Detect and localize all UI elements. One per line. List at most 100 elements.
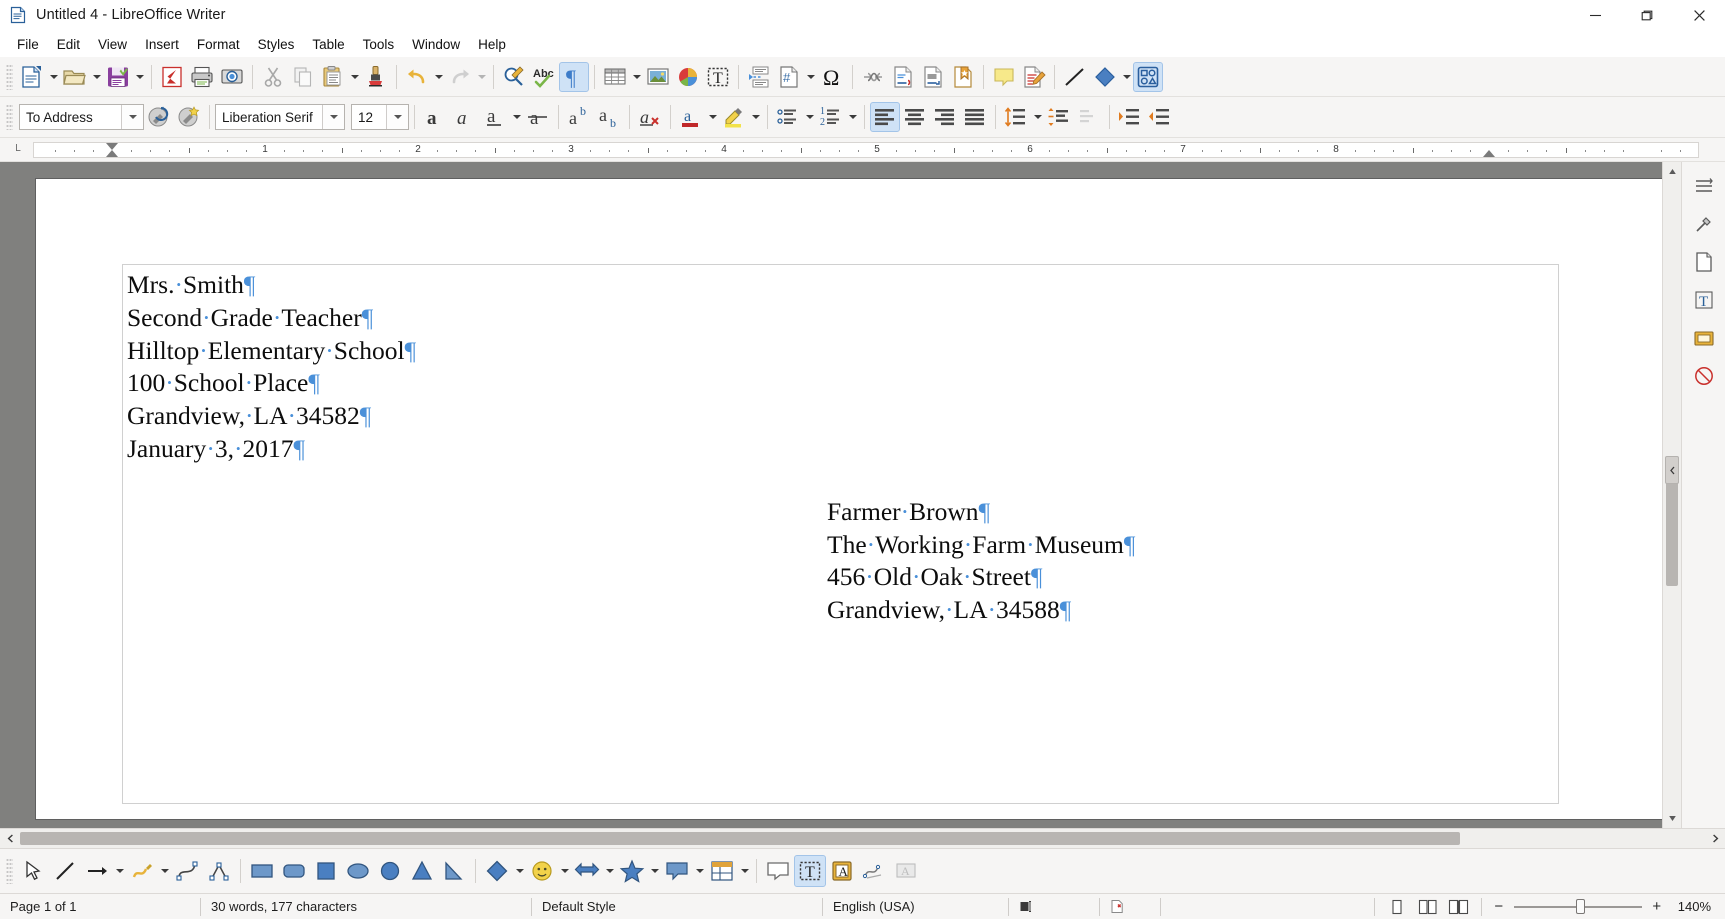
basic-shapes-dropdown[interactable] [1120, 62, 1133, 92]
left-indent-marker[interactable] [106, 150, 118, 157]
subscript-button[interactable]: ab [594, 102, 624, 132]
insert-comment-icon[interactable] [989, 62, 1019, 92]
menu-view[interactable]: View [89, 34, 136, 55]
select-tool[interactable] [17, 855, 49, 887]
status-word-count[interactable]: 30 words, 177 characters [201, 894, 531, 919]
document-line[interactable]: Grandview,·LA·34582¶ [127, 400, 1558, 433]
highlighting-color-button[interactable] [719, 102, 749, 132]
update-style-icon[interactable] [144, 102, 174, 132]
menu-styles[interactable]: Styles [249, 34, 304, 55]
insert-chart-icon[interactable] [673, 62, 703, 92]
freeform-line-dropdown[interactable] [158, 856, 171, 886]
italic-button[interactable]: a [450, 102, 480, 132]
toolbar-grip[interactable] [6, 858, 13, 884]
redo-dropdown[interactable] [475, 62, 488, 92]
triangle-tool[interactable] [406, 855, 438, 887]
insert-text-box-tool[interactable]: T [794, 855, 826, 887]
underline-button[interactable]: a [480, 102, 510, 132]
recipient-address-block[interactable]: Farmer·Brown¶ The·Working·Farm·Museum¶ 456… [123, 492, 1558, 627]
superscript-button[interactable]: ab [564, 102, 594, 132]
cut-icon[interactable] [258, 62, 288, 92]
print-icon[interactable] [187, 62, 217, 92]
paragraph-style-dropdown[interactable] [121, 105, 143, 129]
insert-endnote-icon[interactable] [918, 62, 948, 92]
callouts-tool[interactable] [762, 855, 794, 887]
line-spacing-dropdown[interactable] [1031, 102, 1044, 132]
status-page[interactable]: Page 1 of 1 [0, 894, 200, 919]
font-name-combo[interactable]: Liberation Serif [215, 104, 345, 130]
underline-dropdown[interactable] [510, 102, 523, 132]
properties-icon[interactable] [1686, 206, 1722, 242]
font-size-dropdown[interactable] [386, 105, 408, 129]
show-draw-functions-icon[interactable] [1133, 61, 1163, 92]
toggle-extrusion-tool[interactable] [858, 855, 890, 887]
no-list-button[interactable] [1074, 102, 1104, 132]
font-color-dropdown[interactable] [706, 102, 719, 132]
insert-line-icon[interactable] [1060, 62, 1090, 92]
find-replace-icon[interactable] [499, 62, 529, 92]
highlighting-color-dropdown[interactable] [749, 102, 762, 132]
document-line[interactable]: 456·Old·Oak·Street¶ [827, 561, 1558, 594]
page-icon[interactable] [1686, 244, 1722, 280]
callout-shapes-dropdown[interactable] [693, 856, 706, 886]
vertical-scrollbar[interactable] [1662, 162, 1681, 828]
insert-field-icon[interactable]: # [774, 62, 804, 92]
insert-hyperlink-icon[interactable] [858, 62, 888, 92]
freeform-line-tool[interactable] [126, 855, 158, 887]
line-tool[interactable] [49, 855, 81, 887]
decrease-indent-button[interactable] [1145, 102, 1175, 132]
document-line[interactable]: Hilltop·Elementary·School¶ [127, 335, 1558, 368]
align-left-button[interactable] [870, 102, 900, 132]
document-line[interactable]: Farmer·Brown¶ [827, 496, 1558, 529]
toolbar-grip[interactable] [6, 63, 13, 90]
new-doc-dropdown[interactable] [47, 62, 60, 92]
square-tool[interactable] [310, 855, 342, 887]
paste-icon[interactable] [318, 62, 348, 92]
open-file-dropdown[interactable] [90, 62, 103, 92]
flowchart-shapes-dropdown[interactable] [738, 856, 751, 886]
redo-icon[interactable] [445, 62, 475, 92]
insert-text-box-icon[interactable]: T [703, 62, 733, 92]
text-frame[interactable]: Mrs.·Smith¶ Second·Grade·Teacher¶ Hilltop·… [122, 264, 1559, 804]
paste-dropdown[interactable] [348, 62, 361, 92]
font-name-dropdown[interactable] [322, 105, 344, 129]
horizontal-scroll-track[interactable] [20, 829, 1705, 848]
vertical-scroll-track[interactable] [1663, 181, 1681, 809]
status-language[interactable]: English (USA) [823, 894, 1008, 919]
scroll-left-button[interactable] [0, 829, 20, 848]
horizontal-scrollbar[interactable] [0, 828, 1725, 848]
document-canvas[interactable]: Mrs.·Smith¶ Second·Grade·Teacher¶ Hilltop·… [0, 162, 1681, 828]
undo-dropdown[interactable] [432, 62, 445, 92]
callout-shapes-tool[interactable] [661, 855, 693, 887]
open-file-icon[interactable] [60, 62, 90, 92]
vertical-text-tool[interactable]: A [826, 855, 858, 887]
zoom-out-button[interactable]: − [1492, 898, 1506, 915]
insert-table-icon[interactable] [600, 62, 630, 92]
document-line[interactable]: Grandview,·LA·34588¶ [827, 594, 1558, 627]
document-line[interactable]: 100·School·Place¶ [127, 367, 1558, 400]
ordered-list-button[interactable]: 1 2 [816, 102, 846, 132]
horizontal-scroll-thumb[interactable] [20, 832, 1460, 845]
block-arrows-dropdown[interactable] [603, 856, 616, 886]
new-doc-icon[interactable] [17, 62, 47, 92]
spelling-icon[interactable]: Abc [529, 62, 559, 92]
close-button[interactable] [1673, 0, 1725, 31]
rectangle-tool[interactable] [246, 855, 278, 887]
formatting-marks-icon[interactable]: ¶ [559, 61, 589, 92]
first-line-indent-marker[interactable] [106, 143, 118, 150]
stars-tool[interactable] [616, 855, 648, 887]
circle-tool[interactable] [374, 855, 406, 887]
curve-tool[interactable] [171, 855, 203, 887]
basic-shapes-tool[interactable] [481, 855, 513, 887]
special-character-icon[interactable]: Ω [817, 62, 847, 92]
menu-edit[interactable]: Edit [48, 34, 89, 55]
status-selection-mode[interactable] [1009, 894, 1099, 919]
font-color-button[interactable]: a [676, 102, 706, 132]
line-ends-arrow-tool[interactable] [81, 855, 113, 887]
zoom-level[interactable]: 140% [1668, 894, 1725, 919]
save-icon[interactable] [103, 62, 133, 92]
block-arrows-tool[interactable] [571, 855, 603, 887]
status-page-style[interactable]: Default Style [532, 894, 822, 919]
book-view-icon[interactable] [1447, 896, 1471, 918]
scroll-right-button[interactable] [1705, 829, 1725, 848]
